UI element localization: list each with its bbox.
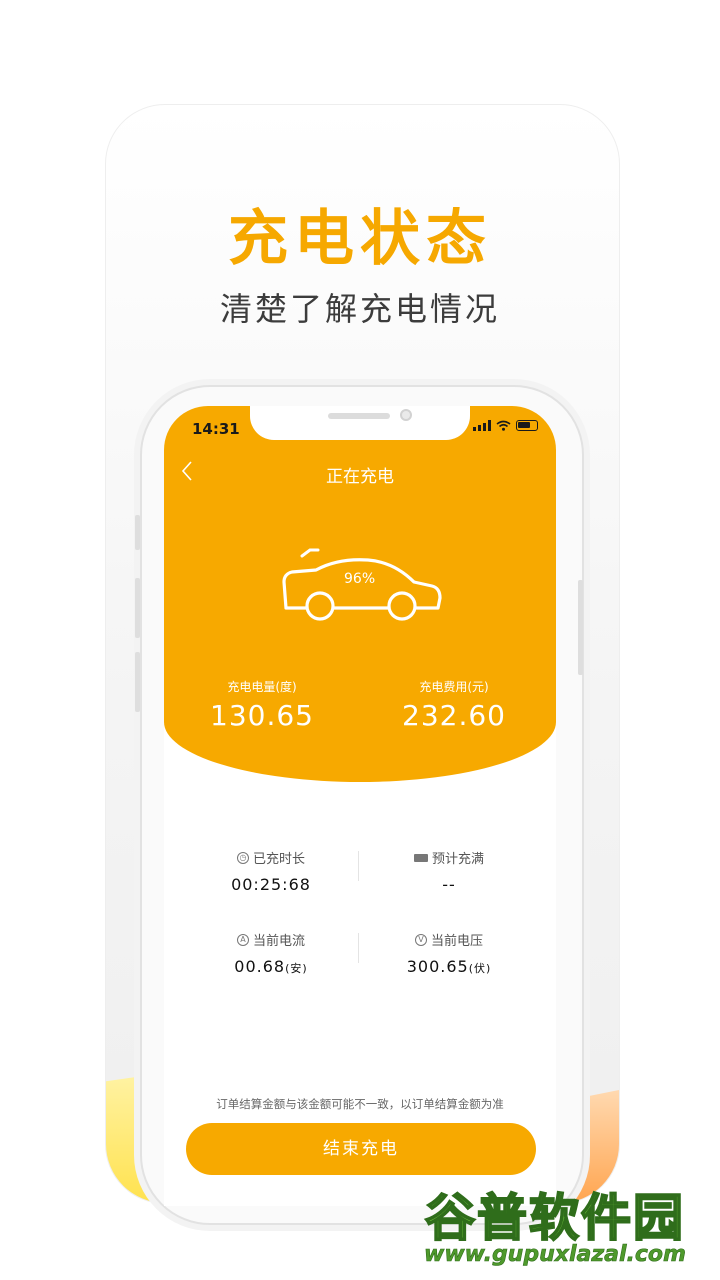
current-unit: (安)	[285, 962, 308, 975]
duration-cell: ◷ 已充时长 00:25:68	[196, 848, 346, 894]
status-icons	[473, 420, 538, 431]
cost-stat: 充电费用(元) 232.60	[374, 678, 534, 732]
eta-label: 预计充满	[431, 852, 484, 867]
app-screen: 14:31 正在充电 96% 充电电量(度) 130.65 充电费用(元) 23	[164, 406, 556, 1206]
watermark-url: www.gupuxlazal.com	[424, 1242, 687, 1268]
signal-icon	[473, 420, 491, 431]
ampere-icon: A	[236, 933, 249, 946]
eta-value: --	[442, 875, 456, 894]
car-illustration: 96%	[276, 546, 446, 626]
current-value: 00.68	[234, 957, 286, 976]
current-cell: A 当前电流 00.68(安)	[196, 930, 346, 976]
voltage-label: 当前电压	[430, 934, 483, 949]
page-title: 正在充电	[326, 467, 394, 487]
promo-headline: 充电状态	[228, 204, 492, 274]
battery-icon	[516, 420, 538, 431]
status-time: 14:31	[192, 420, 240, 438]
phone-side-button	[135, 515, 140, 550]
phone-camera	[400, 409, 412, 421]
settlement-notice: 订单结算金额与该金额可能不一致，以订单结算金额为准	[216, 1097, 504, 1111]
energy-label: 充电电量(度)	[227, 680, 297, 694]
battery-percent: 96%	[344, 571, 376, 587]
duration-label: 已充时长	[252, 852, 305, 867]
end-charging-button[interactable]: 结束充电	[186, 1123, 536, 1175]
clock-icon: ◷	[236, 851, 249, 864]
watermark-logo: 谷普软件园	[424, 1188, 685, 1248]
phone-power-button	[578, 580, 583, 675]
phone-volume-down	[135, 652, 140, 712]
cost-label: 充电费用(元)	[419, 680, 489, 694]
volt-icon: V	[414, 933, 427, 946]
promo-subline: 清楚了解充电情况	[219, 290, 500, 328]
battery-full-icon	[413, 853, 428, 862]
info-divider	[358, 933, 359, 963]
info-divider	[358, 851, 359, 881]
phone-volume-up	[135, 578, 140, 638]
wifi-icon	[496, 420, 511, 431]
voltage-cell: V 当前电压 300.65(伏)	[374, 930, 524, 976]
phone-speaker	[328, 413, 390, 419]
duration-value: 00:25:68	[231, 875, 311, 894]
phone-notch	[250, 406, 470, 440]
current-label: 当前电流	[252, 934, 305, 949]
voltage-value: 300.65	[406, 957, 469, 976]
eta-cell: 预计充满 --	[374, 848, 524, 894]
energy-value: 130.65	[210, 699, 314, 732]
cost-value: 232.60	[402, 699, 506, 732]
energy-stat: 充电电量(度) 130.65	[182, 678, 342, 732]
watermark: 谷普软件园 www.gupuxlazal.com	[390, 1178, 720, 1280]
voltage-unit: (伏)	[468, 962, 492, 975]
